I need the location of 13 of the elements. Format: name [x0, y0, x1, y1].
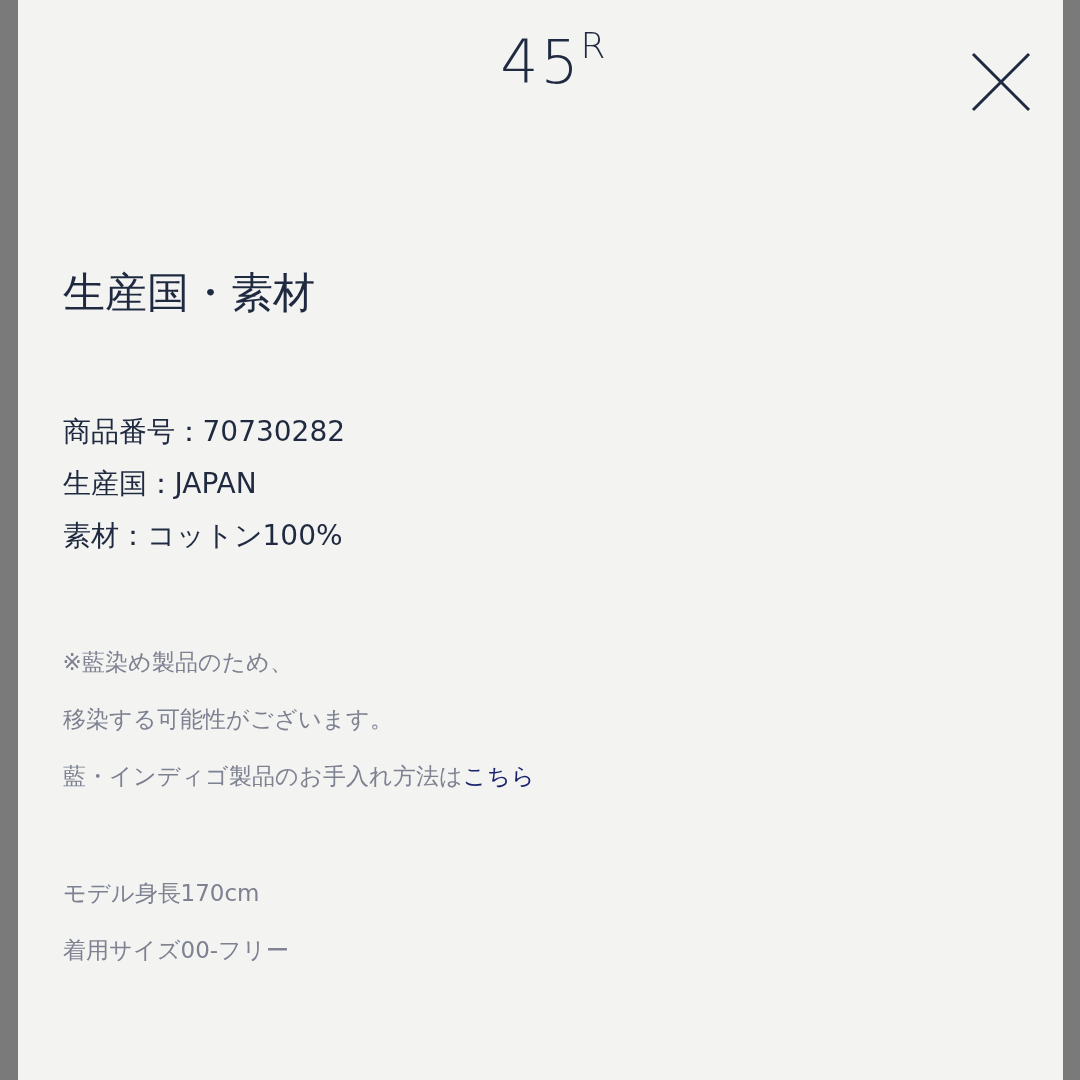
close-button[interactable] — [970, 52, 1031, 112]
detail-text: 商品番号：70730282 — [62, 414, 346, 451]
detail-text: 生産国：JAPAN — [62, 466, 258, 503]
model-text: モデル身長170cm — [62, 879, 261, 909]
note-text: ※藍染め製品のため、 — [62, 648, 294, 678]
note-text: 藍・インディゴ製品のお手入れ方法は — [62, 763, 463, 790]
close-icon — [970, 52, 1031, 112]
brand-logo: 45$^{R}$ — [500, 32, 608, 92]
detail-text: 素材：コットン100% — [62, 518, 344, 555]
model-text: 着用サイズ00-フリー — [62, 936, 291, 966]
section-title: 生産国・素材 — [62, 270, 316, 317]
care-link[interactable]: こちら — [462, 763, 535, 790]
note-text: 移染する可能性がございます。 — [62, 705, 394, 735]
